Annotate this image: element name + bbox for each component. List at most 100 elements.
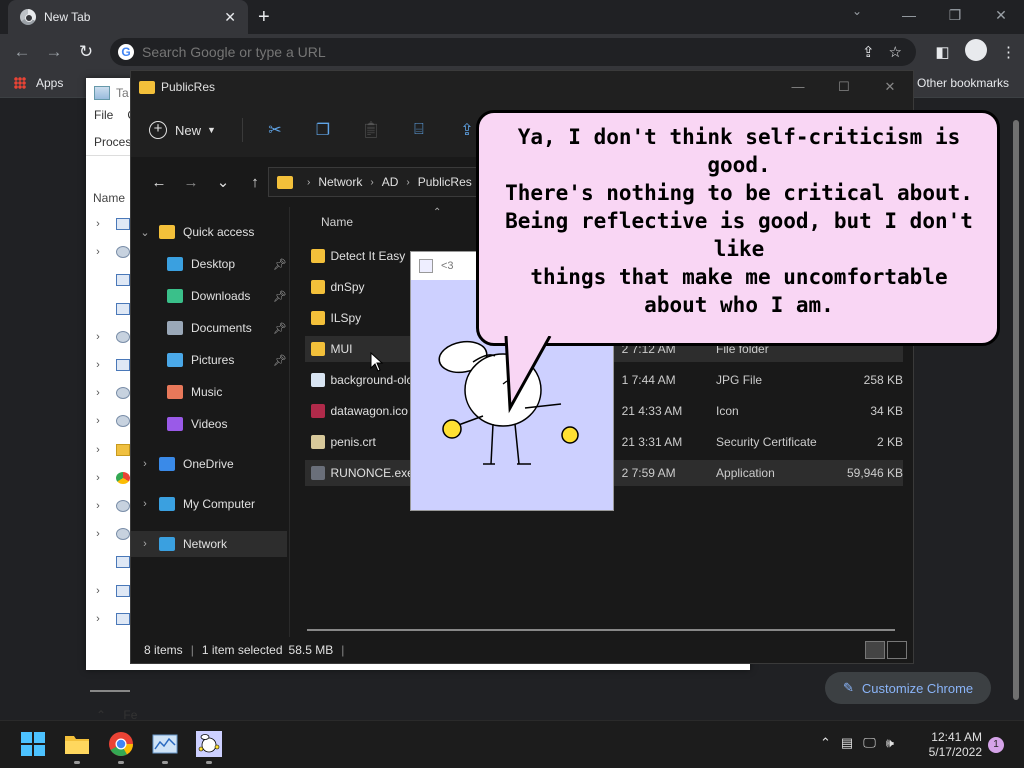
sidebar-item-desktop[interactable]: Desktop 📌︎ bbox=[131, 251, 287, 277]
back-icon[interactable]: ← bbox=[6, 42, 38, 62]
close-tab-icon[interactable]: ✕ bbox=[224, 9, 236, 26]
process-row[interactable]: › bbox=[90, 351, 130, 379]
notification-badge[interactable]: 1 bbox=[988, 737, 1004, 753]
sidebar-item-label: Pictures bbox=[191, 353, 235, 367]
back-icon[interactable]: ← bbox=[143, 174, 175, 191]
sidebar-item-downloads[interactable]: Downloads 📌︎ bbox=[131, 283, 287, 309]
expand-chevron-icon[interactable]: › bbox=[90, 528, 106, 540]
breadcrumb-network[interactable]: Network bbox=[318, 175, 362, 189]
bookmark-apps[interactable]: Apps bbox=[14, 76, 63, 90]
expand-chevron-icon[interactable]: › bbox=[90, 415, 106, 427]
rename-icon[interactable]: ⌸ bbox=[395, 121, 443, 139]
process-row[interactable]: › bbox=[90, 210, 130, 238]
network-icon[interactable]: 🖵︎ bbox=[863, 735, 876, 751]
start-windows-icon[interactable] bbox=[20, 731, 46, 757]
sidebar-item-quick-access[interactable]: ⌄ Quick access bbox=[131, 219, 287, 245]
share-icon[interactable]: ⇪ bbox=[862, 43, 875, 61]
minimize-icon[interactable]: — bbox=[775, 71, 821, 103]
expand-chevron-icon[interactable]: › bbox=[90, 472, 106, 484]
plus-icon: + bbox=[149, 121, 167, 139]
horizontal-scrollbar[interactable] bbox=[90, 690, 130, 692]
sidebar-item-music[interactable]: Music bbox=[131, 379, 287, 405]
up-icon[interactable]: ↑ bbox=[239, 174, 271, 191]
chevron-up-icon[interactable]: ⌃ bbox=[820, 735, 831, 751]
expand-chevron-icon[interactable]: › bbox=[131, 458, 159, 470]
side-panel-icon[interactable]: ◧ bbox=[926, 43, 959, 61]
bunny-app-icon[interactable] bbox=[196, 731, 222, 757]
clock[interactable]: 12:41 AM 5/17/2022 bbox=[922, 730, 982, 760]
process-row[interactable]: › bbox=[90, 436, 130, 464]
sidebar-item-my-computer[interactable]: › My Computer bbox=[131, 491, 287, 517]
address-bar[interactable]: › Network › AD › PublicRes bbox=[268, 167, 488, 197]
expand-chevron-icon[interactable]: › bbox=[90, 613, 106, 625]
process-row[interactable]: › bbox=[90, 238, 130, 266]
copy-icon[interactable]: ❐ bbox=[299, 120, 347, 140]
tab-search-icon[interactable]: ⌄ bbox=[852, 4, 862, 18]
expand-chevron-icon[interactable]: › bbox=[131, 498, 159, 510]
omnibox-input[interactable] bbox=[142, 44, 862, 60]
customize-chrome-button[interactable]: ✎ Customize Chrome bbox=[825, 672, 991, 704]
volume-icon[interactable]: 🕪︎ bbox=[886, 735, 894, 751]
sidebar-item-videos[interactable]: Videos bbox=[131, 411, 287, 437]
breadcrumb-publicres[interactable]: PublicRes bbox=[418, 175, 472, 189]
sidebar-item-pictures[interactable]: Pictures 📌︎ bbox=[131, 347, 287, 373]
cut-icon[interactable]: ✂ bbox=[251, 120, 299, 140]
page-scrollbar[interactable] bbox=[1010, 104, 1022, 708]
breadcrumb-ad[interactable]: AD bbox=[382, 175, 399, 189]
pin-icon: 📌︎ bbox=[273, 290, 287, 303]
process-row[interactable]: › bbox=[90, 323, 130, 351]
expand-chevron-icon[interactable]: › bbox=[90, 331, 106, 343]
expand-chevron-icon[interactable]: › bbox=[90, 387, 106, 399]
reload-icon[interactable]: ↻ bbox=[70, 42, 102, 62]
profile-avatar[interactable] bbox=[959, 39, 992, 65]
expand-chevron-icon[interactable]: › bbox=[90, 585, 106, 597]
bookmark-star-icon[interactable]: ☆ bbox=[889, 43, 902, 61]
process-row[interactable]: › bbox=[90, 407, 130, 435]
new-tab-button[interactable]: + bbox=[258, 6, 270, 28]
expand-chevron-icon[interactable]: › bbox=[90, 218, 106, 230]
process-row[interactable] bbox=[90, 295, 130, 323]
process-row[interactable]: › bbox=[90, 520, 130, 548]
column-name[interactable]: Name bbox=[321, 215, 353, 229]
maximize-icon[interactable]: ☐ bbox=[821, 71, 867, 103]
expand-chevron-icon[interactable]: › bbox=[90, 246, 106, 258]
close-window-icon[interactable]: ✕ bbox=[978, 0, 1024, 30]
minimize-icon[interactable]: — bbox=[886, 0, 932, 30]
tiles-view-icon[interactable] bbox=[887, 641, 907, 659]
horizontal-scrollbar[interactable] bbox=[307, 629, 895, 631]
new-button[interactable]: + New ▼ bbox=[149, 121, 216, 139]
process-row[interactable]: › bbox=[90, 464, 130, 492]
sidebar-item-network[interactable]: › Network bbox=[131, 531, 287, 557]
paste-icon[interactable]: 📋︎ bbox=[347, 120, 395, 140]
sidebar-item-onedrive[interactable]: › OneDrive bbox=[131, 451, 287, 477]
chrome-icon[interactable] bbox=[108, 731, 134, 757]
battery-icon[interactable]: ▤ bbox=[841, 735, 853, 751]
menu-kebab-icon[interactable]: ⋮ bbox=[992, 43, 1024, 61]
process-row[interactable] bbox=[90, 548, 130, 576]
other-bookmarks[interactable]: Other bookmarks bbox=[917, 76, 1009, 90]
recent-locations-icon[interactable]: ⌄ bbox=[207, 173, 239, 191]
sidebar-item-label: OneDrive bbox=[183, 457, 234, 471]
expand-chevron-icon[interactable]: › bbox=[90, 444, 106, 456]
file-explorer-icon[interactable] bbox=[64, 731, 90, 757]
expand-chevron-icon[interactable]: › bbox=[90, 500, 106, 512]
close-icon[interactable]: ✕ bbox=[867, 71, 913, 103]
process-row[interactable]: › bbox=[90, 605, 130, 633]
task-manager-icon[interactable] bbox=[152, 731, 178, 757]
column-name[interactable]: Name bbox=[93, 191, 125, 205]
tab-new-tab[interactable]: New Tab ✕ bbox=[8, 0, 248, 34]
expand-chevron-icon[interactable]: › bbox=[131, 538, 159, 550]
menu-file[interactable]: File bbox=[94, 108, 113, 128]
process-row[interactable] bbox=[90, 266, 130, 294]
omnibox[interactable]: G ⇪ ☆ bbox=[110, 38, 916, 66]
process-row[interactable]: › bbox=[90, 492, 130, 520]
expand-chevron-icon[interactable]: ⌄ bbox=[131, 226, 159, 239]
process-row[interactable]: › bbox=[90, 576, 130, 604]
forward-icon[interactable]: → bbox=[38, 42, 70, 62]
expand-chevron-icon[interactable]: › bbox=[90, 359, 106, 371]
details-view-icon[interactable] bbox=[865, 641, 885, 659]
forward-icon[interactable]: → bbox=[175, 174, 207, 191]
process-row[interactable]: › bbox=[90, 379, 130, 407]
restore-icon[interactable]: ❐ bbox=[932, 0, 978, 30]
sidebar-item-documents[interactable]: Documents 📌︎ bbox=[131, 315, 287, 341]
